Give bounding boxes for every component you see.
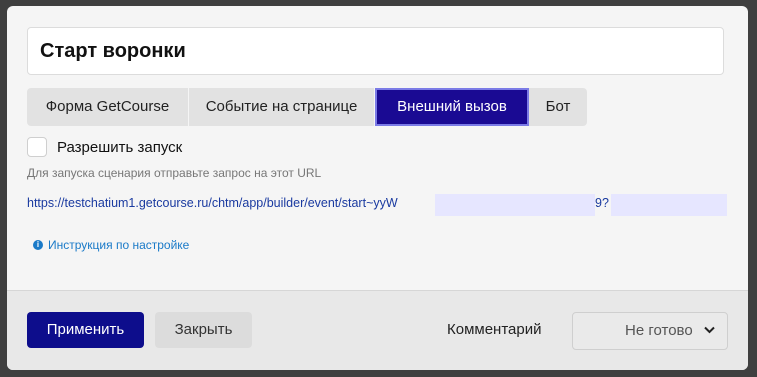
tab-external-call[interactable]: Внешний вызов [375,88,529,126]
trigger-tabs: Форма GetCourse Событие на странице Внеш… [27,88,587,128]
event-dialog: Старт воронки Форма GetCourse Событие на… [7,6,748,370]
url-prefix[interactable]: https://testchatium1.getcourse.ru/chtm/a… [27,196,398,210]
start-url[interactable]: https://testchatium1.getcourse.ru/chtm/a… [27,194,727,216]
dialog-footer: Применить Закрыть Комментарий Не готово [7,290,748,370]
status-value: Не готово [625,322,693,339]
url-hint: Для запуска сценария отправьте запрос на… [27,166,322,180]
tab-getcourse-form[interactable]: Форма GetCourse [27,88,189,126]
help-link[interactable]: i Инструкция по настройке [33,238,189,252]
comment-button[interactable]: Комментарий [447,312,541,348]
allow-start-checkbox[interactable] [27,137,47,157]
info-icon: i [33,240,43,250]
tab-page-event[interactable]: Событие на странице [189,88,375,126]
url-middle[interactable]: 9? [595,196,609,210]
status-select[interactable]: Не готово [572,312,728,350]
tab-bot[interactable]: Бот [529,88,587,126]
title-input[interactable]: Старт воронки [27,27,724,75]
url-redacted-block [435,194,595,216]
help-link-label[interactable]: Инструкция по настройке [48,238,189,252]
allow-start-label[interactable]: Разрешить запуск [57,139,182,156]
url-redacted-block [611,194,727,216]
close-button[interactable]: Закрыть [155,312,252,348]
allow-start-row: Разрешить запуск [27,136,182,158]
chevron-down-icon [704,326,715,334]
apply-button[interactable]: Применить [27,312,144,348]
